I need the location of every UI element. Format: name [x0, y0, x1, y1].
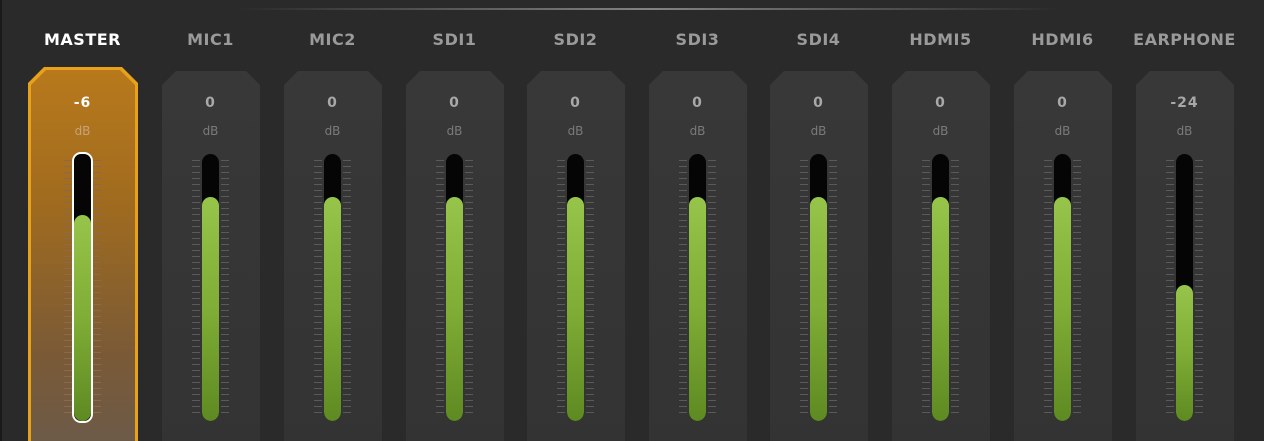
volume-unit: dB	[932, 124, 949, 138]
channel-mic1[interactable]: MIC1 0 dB	[150, 0, 271, 441]
channel-sdi3[interactable]: SDI3 0 dB	[637, 0, 758, 441]
volume-unit: dB	[810, 124, 827, 138]
scale-ticks-left	[192, 160, 200, 418]
volume-value: 0	[692, 95, 703, 111]
volume-value: -24	[1170, 95, 1199, 111]
audio-mixer-panel: MASTER -6 dB MIC1 0 dB MIC2 0 dB SDI1 0	[0, 0, 1264, 441]
scale-ticks-right	[586, 160, 594, 418]
level-meter[interactable]	[1176, 154, 1193, 421]
scale-ticks-left	[800, 160, 808, 418]
level-meter[interactable]	[1054, 154, 1071, 421]
scale-ticks-right	[221, 160, 229, 418]
scale-ticks-right	[829, 160, 837, 418]
volume-unit: dB	[324, 124, 341, 138]
channel-name: SDI3	[675, 30, 720, 49]
level-meter-fill	[567, 196, 584, 421]
channel-hdmi6[interactable]: HDMI6 0 dB	[1002, 0, 1123, 441]
volume-unit: dB	[1054, 124, 1071, 138]
channel-mic2[interactable]: MIC2 0 dB	[272, 0, 393, 441]
volume-unit: dB	[689, 124, 706, 138]
volume-value: 0	[813, 95, 824, 111]
volume-value: 0	[205, 95, 216, 111]
channel-name: MASTER	[44, 30, 121, 49]
scale-ticks-left	[1044, 160, 1052, 418]
volume-unit: dB	[1176, 124, 1193, 138]
volume-value: 0	[1057, 95, 1068, 111]
volume-unit: dB	[446, 124, 463, 138]
channel-name: MIC2	[309, 30, 356, 49]
scale-ticks-left	[64, 160, 72, 418]
level-meter[interactable]	[446, 154, 463, 421]
channel-master[interactable]: MASTER -6 dB	[22, 0, 143, 441]
level-meter-fill	[74, 215, 91, 421]
scale-ticks-right	[951, 160, 959, 418]
volume-unit: dB	[567, 124, 584, 138]
level-meter-fill	[689, 196, 706, 421]
scale-ticks-left	[436, 160, 444, 418]
channel-name: HDMI6	[1031, 30, 1094, 49]
scale-ticks-left	[557, 160, 565, 418]
level-meter-fill	[446, 196, 463, 421]
level-meter[interactable]	[810, 154, 827, 421]
volume-unit: dB	[202, 124, 219, 138]
channel-earphone[interactable]: EARPHONE -24 dB	[1124, 0, 1245, 441]
channel-name: SDI4	[796, 30, 841, 49]
channel-sdi4[interactable]: SDI4 0 dB	[758, 0, 879, 441]
channel-name: EARPHONE	[1133, 30, 1236, 49]
volume-value: 0	[935, 95, 946, 111]
volume-value: 0	[570, 95, 581, 111]
level-meter-fill	[1054, 196, 1071, 421]
channel-name: MIC1	[187, 30, 234, 49]
volume-value: -6	[73, 95, 92, 111]
channel-sdi1[interactable]: SDI1 0 dB	[394, 0, 515, 441]
channel-name: HDMI5	[909, 30, 972, 49]
volume-value: 0	[327, 95, 338, 111]
scale-ticks-right	[465, 160, 473, 418]
level-meter[interactable]	[72, 152, 93, 423]
level-meter[interactable]	[202, 154, 219, 421]
scale-ticks-left	[922, 160, 930, 418]
channel-name: SDI1	[432, 30, 477, 49]
level-meter[interactable]	[932, 154, 949, 421]
scale-ticks-right	[93, 160, 101, 418]
level-meter[interactable]	[567, 154, 584, 421]
channel-name: SDI2	[553, 30, 598, 49]
level-meter[interactable]	[689, 154, 706, 421]
scale-ticks-left	[679, 160, 687, 418]
level-meter-fill	[932, 196, 949, 421]
level-meter-fill	[324, 196, 341, 421]
volume-value: 0	[449, 95, 460, 111]
scale-ticks-right	[343, 160, 351, 418]
level-meter-fill	[202, 196, 219, 421]
level-meter-fill	[810, 196, 827, 421]
channel-hdmi5[interactable]: HDMI5 0 dB	[880, 0, 1001, 441]
scale-ticks-left	[1166, 160, 1174, 418]
scale-ticks-right	[1195, 160, 1203, 418]
channel-sdi2[interactable]: SDI2 0 dB	[515, 0, 636, 441]
scale-ticks-right	[1073, 160, 1081, 418]
level-meter-fill	[1176, 284, 1193, 421]
volume-unit: dB	[74, 124, 91, 138]
scale-ticks-left	[314, 160, 322, 418]
level-meter[interactable]	[324, 154, 341, 421]
scale-ticks-right	[708, 160, 716, 418]
